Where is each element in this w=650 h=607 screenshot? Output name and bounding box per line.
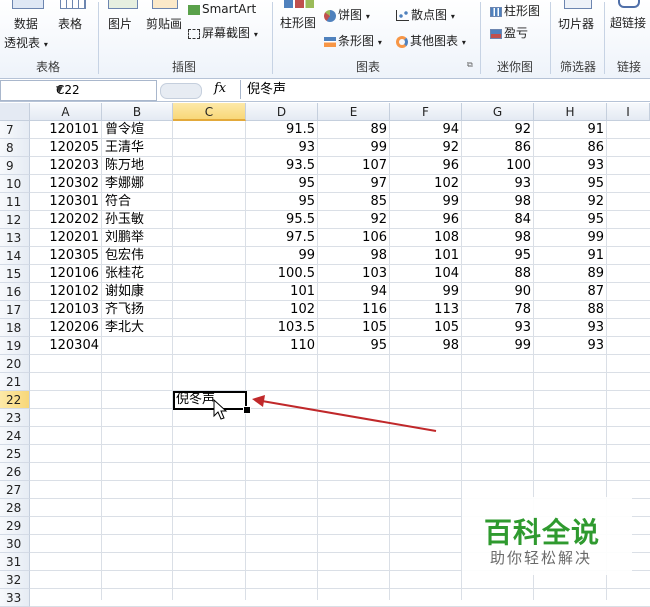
watermark: 百科全说 助你轻松解决	[462, 497, 632, 575]
watermark-subtitle: 助你轻松解决	[490, 549, 593, 567]
red-arrow-icon	[252, 395, 437, 432]
mouse-pointer-icon	[213, 398, 228, 420]
watermark-title: 百科全说	[484, 516, 601, 549]
